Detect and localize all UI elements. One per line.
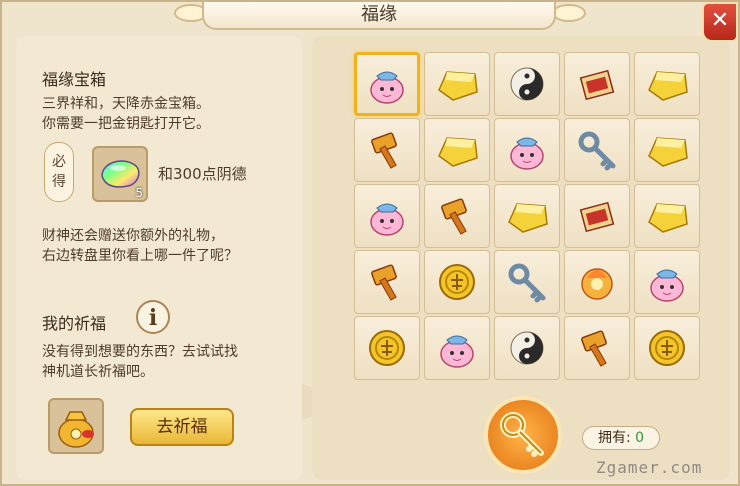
blessing-bag-slot[interactable]: [48, 398, 104, 454]
info-button[interactable]: i: [136, 300, 170, 334]
prize-cell[interactable]: [564, 52, 630, 116]
prize-cell[interactable]: [494, 250, 560, 314]
reward-extra: 和300点阴德: [158, 165, 247, 183]
bag-icon: [650, 269, 684, 302]
yin-yang-icon: [510, 67, 544, 101]
must-get-badge: 必 得: [44, 142, 74, 202]
prize-cell[interactable]: [494, 52, 560, 116]
dialog-frame: 福缘 ✕ 福缘宝箱 三界祥和，天降赤金宝箱。 你需要一把金钥匙打开它。 必 得 …: [0, 0, 740, 486]
gold-bar-icon: [438, 137, 478, 167]
blessing-line-2: 神机道长祈福吧。: [42, 364, 154, 380]
bag-icon: [370, 203, 404, 236]
key-icon: [578, 131, 616, 171]
yin-yang-icon: [510, 331, 544, 365]
golden-key-icon: [500, 412, 544, 457]
hammer-icon: [371, 132, 397, 169]
prize-cell[interactable]: [424, 118, 490, 182]
reward-item-slot[interactable]: 5: [92, 146, 148, 202]
desc-line-2: 你需要一把金钥匙打开它。: [42, 116, 210, 132]
prize-cell[interactable]: [564, 250, 630, 314]
prize-cell[interactable]: [424, 184, 490, 248]
prize-cell[interactable]: [494, 316, 560, 380]
gold-bar-icon: [648, 137, 688, 167]
bonus-line-1: 财神还会赠送你额外的礼物，: [42, 228, 224, 244]
close-button[interactable]: ✕: [702, 2, 738, 42]
prize-cell[interactable]: [634, 250, 700, 314]
prize-cell[interactable]: [424, 250, 490, 314]
golden-key-button[interactable]: [484, 396, 562, 474]
gold-bar-icon: [648, 203, 688, 233]
hammer-icon: [581, 330, 607, 367]
prize-cell[interactable]: [354, 250, 420, 314]
bag-icon: [510, 137, 544, 170]
prize-cell[interactable]: [354, 52, 420, 116]
prize-cell[interactable]: [354, 184, 420, 248]
scroll-icon: [579, 69, 615, 101]
must-get-char-2: 得: [52, 174, 66, 190]
coin-icon: [369, 330, 405, 366]
prize-cell[interactable]: [424, 52, 490, 116]
prize-cell[interactable]: [354, 118, 420, 182]
prize-cell[interactable]: [354, 316, 420, 380]
window-title: 福缘: [202, 2, 556, 30]
reward-item-count: 5: [135, 186, 143, 200]
blessing-line-1: 没有得到想要的东西？去试试找: [42, 344, 238, 360]
prize-cell[interactable]: [634, 118, 700, 182]
bag-icon: [440, 335, 474, 368]
watermark: Zgamer.com: [596, 458, 703, 477]
fire-orb-icon: [581, 268, 613, 300]
must-get-char-1: 必: [52, 154, 66, 170]
prize-cell[interactable]: [564, 316, 630, 380]
bag-icon: [370, 71, 404, 104]
coin-icon: [649, 330, 685, 366]
gold-bar-icon: [438, 71, 478, 101]
gold-bar-icon: [508, 203, 548, 233]
title-ornament-right: [552, 4, 586, 22]
hammer-icon: [371, 264, 397, 301]
go-pray-button[interactable]: 去祈福: [130, 408, 234, 446]
bonus-line-2: 右边转盘里你看上哪一件了呢？: [42, 248, 238, 264]
key-icon: [508, 263, 546, 303]
prize-cell[interactable]: [634, 316, 700, 380]
coin-icon: [439, 264, 475, 300]
scroll-icon: [579, 201, 615, 233]
owned-value: 0: [635, 430, 645, 446]
prize-cell[interactable]: [494, 118, 560, 182]
prize-cell[interactable]: [494, 184, 560, 248]
hammer-icon: [441, 198, 467, 235]
owned-keys-badge: 拥有: 0: [582, 426, 660, 450]
gold-bar-icon: [648, 71, 688, 101]
box-title: 福缘宝箱: [42, 70, 107, 89]
prize-cell[interactable]: [564, 118, 630, 182]
prize-cell[interactable]: [634, 184, 700, 248]
blessing-title: 我的祈福: [42, 314, 107, 333]
prize-grid: [354, 52, 700, 382]
desc-line-1: 三界祥和，天降赤金宝箱。: [42, 96, 210, 112]
prize-cell[interactable]: [634, 52, 700, 116]
lucky-bag-icon: [58, 411, 94, 448]
prize-cell[interactable]: [564, 184, 630, 248]
prize-cell[interactable]: [424, 316, 490, 380]
owned-label: 拥有:: [597, 430, 631, 446]
